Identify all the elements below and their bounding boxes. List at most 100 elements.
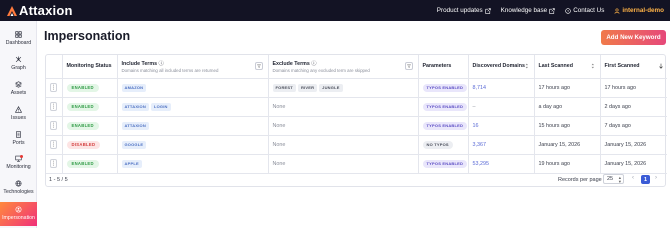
help-icon: ? xyxy=(565,7,571,14)
contact-us-link[interactable]: ? Contact Us xyxy=(565,7,604,14)
sidebar-item-issues[interactable]: Issues xyxy=(0,106,37,128)
exclude-term-tag: JUNGLE xyxy=(319,83,343,92)
sort-desc-icon[interactable] xyxy=(658,63,664,69)
stack-icon xyxy=(15,180,22,187)
table-row: ⋮ DISABLED GOOGLE None NO TYPOS 3,367 January … xyxy=(46,135,667,155)
sidebar-item-monitoring[interactable]: Monitoring xyxy=(0,155,37,177)
include-term-tag: ATTAXION xyxy=(121,121,149,130)
row-actions-cell: ⋮ xyxy=(46,154,63,174)
discovered-domains-link[interactable]: 3,367 xyxy=(473,142,487,148)
page-1-button[interactable]: 1 xyxy=(641,175,650,184)
parameters-cell: TYPOS ENABLED xyxy=(418,154,469,174)
discovered-domains-cell: 53,295 xyxy=(468,154,535,174)
row-menu-button[interactable]: ⋮ xyxy=(50,140,58,149)
status-header[interactable]: Monitoring Status xyxy=(62,55,118,79)
sidebar-item-label: Technologies xyxy=(3,189,34,195)
impersonation-icon xyxy=(15,206,22,213)
top-nav: Product updates Knowledge base ? Contact… xyxy=(437,7,664,14)
parameters-cell: TYPOS ENABLED xyxy=(418,78,469,98)
last-scanned-header-label: Last Scanned xyxy=(538,63,573,70)
account-name: internal-demo xyxy=(622,7,664,14)
include-header[interactable]: Include Terms ⓘ Domains matching all inc… xyxy=(117,55,269,79)
discovered-domains-link[interactable]: 53,295 xyxy=(473,161,490,167)
status-badge: ENABLED xyxy=(66,159,99,168)
account-menu[interactable]: internal-demo xyxy=(614,7,664,14)
sidebar-item-assets[interactable]: Assets xyxy=(0,81,37,103)
discovered-domains-cell: 16 xyxy=(468,116,535,136)
exclude-none-text: None xyxy=(272,160,286,167)
table-row: ⋮ ENABLED ATTAXION None TYPOS ENABLED 16 15 ho… xyxy=(46,116,667,136)
discovered-domains-link[interactable]: 8,714 xyxy=(473,85,487,91)
filter-icon[interactable] xyxy=(254,62,263,70)
prev-page-button[interactable]: ‹ xyxy=(632,175,634,181)
row-menu-button[interactable]: ⋮ xyxy=(50,83,58,92)
sidebar-item-label: Assets xyxy=(10,90,27,96)
sidebar-item-label: Graph xyxy=(11,65,26,71)
brand-logo[interactable]: Attaxion xyxy=(6,3,73,18)
first-scanned-cell: 7 days ago xyxy=(600,116,667,136)
first-scanned-header[interactable]: First Scanned xyxy=(600,55,667,79)
last-scanned-cell: a day ago xyxy=(534,97,601,117)
discovered-domains-link[interactable]: 16 xyxy=(473,123,479,129)
exclude-none-text: None xyxy=(272,122,286,129)
records-per-page-select[interactable]: 25 ▴ ▾ xyxy=(603,174,624,184)
sidebar-item-impersonation[interactable]: Impersonation xyxy=(0,202,37,226)
include-term-tag: AMAZON xyxy=(121,83,147,92)
exclude-term-tag: FOREST xyxy=(272,83,296,92)
next-page-button[interactable]: › xyxy=(655,175,657,181)
knowledge-base-link[interactable]: Knowledge base xyxy=(501,7,556,14)
status-header-label: Monitoring Status xyxy=(66,63,112,70)
exclude-terms-cell: None xyxy=(268,97,419,117)
first-scanned-cell: January 15, 2026 xyxy=(600,135,667,155)
table-header-row: Monitoring Status Include Terms ⓘ Domain… xyxy=(46,55,667,79)
status-cell: DISABLED xyxy=(62,135,118,155)
grid-icon xyxy=(15,31,22,38)
sidebar-item-graph[interactable]: Graph xyxy=(0,56,37,78)
sidebar-item-dashboard[interactable]: Dashboard xyxy=(0,31,37,53)
filter-icon[interactable] xyxy=(404,62,413,70)
status-badge: ENABLED xyxy=(66,121,99,130)
warning-icon xyxy=(15,106,22,113)
last-scanned-cell: 17 hours ago xyxy=(534,78,601,98)
server-icon xyxy=(16,131,21,138)
records-per-page-label: Records per page xyxy=(558,177,602,183)
table-body: ⋮ ENABLED AMAZON FOREST RIVER JUNGLE TYPOS ENA… xyxy=(46,78,667,174)
row-menu-button[interactable]: ⋮ xyxy=(50,102,58,111)
exclude-header[interactable]: Exclude Terms ⓘ Domains matching any exc… xyxy=(268,55,419,79)
sort-icon[interactable] xyxy=(591,63,597,69)
include-terms-cell: ATTAXION xyxy=(117,116,269,136)
row-actions-cell: ⋮ xyxy=(46,116,63,136)
sidebar-item-label: Ports xyxy=(12,140,25,146)
info-icon: ⓘ xyxy=(311,61,317,68)
user-icon xyxy=(614,7,620,14)
parameter-badge: TYPOS ENABLED xyxy=(422,83,467,92)
info-icon: ⓘ xyxy=(158,61,164,68)
row-actions-cell: ⋮ xyxy=(46,97,63,117)
parameter-badge: TYPOS ENABLED xyxy=(422,159,467,168)
product-updates-link[interactable]: Product updates xyxy=(437,7,491,14)
status-cell: ENABLED xyxy=(62,78,118,98)
sidebar-item-ports[interactable]: Ports xyxy=(0,131,37,153)
exclude-terms-cell: None xyxy=(268,154,419,174)
first-scanned-value: January 15, 2026 xyxy=(604,141,647,148)
parameters-cell: TYPOS ENABLED xyxy=(418,116,469,136)
last-scanned-cell: 19 hours ago xyxy=(534,154,601,174)
parameters-header-label: Parameters xyxy=(422,63,452,70)
parameter-badge: TYPOS ENABLED xyxy=(422,121,467,130)
sidebar-item-technologies[interactable]: Technologies xyxy=(0,180,37,202)
status-cell: ENABLED xyxy=(62,97,118,117)
last-scanned-value: 19 hours ago xyxy=(538,160,570,167)
discovered-header[interactable]: Discovered Domains xyxy=(468,55,535,79)
select-arrows-icon: ▴ ▾ xyxy=(618,175,621,184)
row-menu-button[interactable]: ⋮ xyxy=(50,121,58,130)
table-row: ⋮ ENABLED APPLE None TYPOS ENABLED 53,295 19 h… xyxy=(46,154,667,174)
include-term-tag: APPLE xyxy=(121,159,142,168)
actions-header xyxy=(46,55,63,79)
status-cell: ENABLED xyxy=(62,116,118,136)
row-menu-button[interactable]: ⋮ xyxy=(50,159,58,168)
first-scanned-cell: January 15, 2026 xyxy=(600,154,667,174)
first-scanned-value: January 15, 2026 xyxy=(604,160,647,167)
add-new-keyword-button[interactable]: Add New Keyword xyxy=(601,30,666,45)
sort-icon[interactable] xyxy=(525,63,531,69)
last-scanned-header[interactable]: Last Scanned xyxy=(534,55,601,79)
